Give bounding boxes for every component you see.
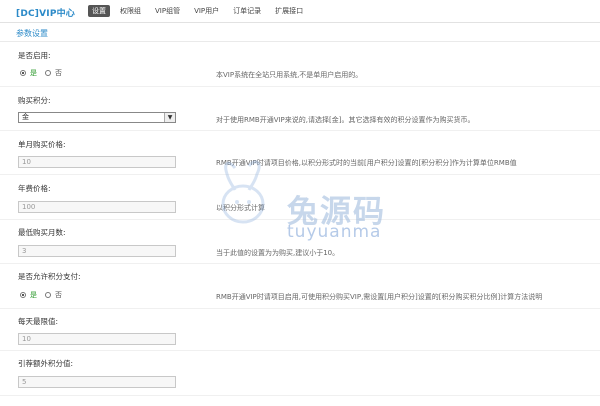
min-months-hint: 当于此值的设置为为购买,建议小于10。 bbox=[216, 249, 340, 257]
allow-points-radio-group: 是 否 bbox=[20, 290, 62, 300]
tab-vip-groups[interactable]: VIP组管 bbox=[151, 5, 184, 17]
tab-vip-users[interactable]: VIP用户 bbox=[190, 5, 223, 17]
currency-value: 金 bbox=[22, 113, 29, 121]
top-nav: 设置 权限组 VIP组管 VIP用户 订单记录 扩展接口 bbox=[88, 5, 307, 17]
app-brand: [DC]VIP中心 bbox=[16, 9, 76, 19]
min-months-label: 最低购买月数: bbox=[18, 228, 66, 237]
divider bbox=[0, 130, 600, 131]
enable-hint: 本VIP系统在全站只用系统,不是单用户启用的。 bbox=[216, 71, 363, 79]
top-bar: [DC]VIP中心 设置 权限组 VIP组管 VIP用户 订单记录 扩展接口 bbox=[0, 0, 600, 23]
enable-no-radio[interactable] bbox=[45, 70, 51, 76]
yearly-price-label: 年费价格: bbox=[18, 184, 51, 193]
divider bbox=[0, 41, 600, 42]
currency-label: 购买积分: bbox=[18, 96, 51, 105]
tab-settings[interactable]: 设置 bbox=[88, 5, 110, 17]
allow-points-label: 是否允许积分支付: bbox=[18, 272, 81, 281]
allow-points-no-label: 否 bbox=[55, 291, 62, 299]
divider bbox=[0, 174, 600, 175]
rabbit-logo-icon bbox=[221, 160, 265, 224]
monthly-price-input[interactable]: 10 bbox=[18, 156, 176, 168]
chevron-down-icon[interactable]: ▼ bbox=[164, 113, 175, 122]
daily-limit-input[interactable]: 10 bbox=[18, 333, 176, 345]
tab-extensions[interactable]: 扩展接口 bbox=[271, 5, 307, 17]
divider bbox=[0, 308, 600, 309]
divider bbox=[0, 350, 600, 351]
enable-yes-radio[interactable] bbox=[20, 70, 26, 76]
extra-credit-label: 引荐额外积分值: bbox=[18, 359, 74, 368]
section-title: 参数设置 bbox=[16, 29, 48, 38]
tab-orders[interactable]: 订单记录 bbox=[229, 5, 265, 17]
extra-credit-input[interactable]: 5 bbox=[18, 376, 176, 388]
currency-select[interactable]: 金 ▼ bbox=[18, 112, 176, 123]
enable-yes-label: 是 bbox=[30, 69, 37, 77]
monthly-price-label: 单月购买价格: bbox=[18, 140, 66, 149]
divider bbox=[0, 263, 600, 264]
enable-no-label: 否 bbox=[55, 69, 62, 77]
min-months-input[interactable]: 3 bbox=[18, 245, 176, 257]
allow-points-hint: RMB开通VIP时请项目启用,可使用积分购买VIP,需设置[用户积分]设置的[积… bbox=[216, 293, 543, 301]
enable-radio-group: 是 否 bbox=[20, 68, 62, 78]
currency-hint: 对于使用RMB开通VIP来说的,请选择[金]。其它选择有效的积分设置作为购买货币… bbox=[216, 116, 475, 124]
allow-points-yes-radio[interactable] bbox=[20, 292, 26, 298]
divider bbox=[0, 395, 600, 396]
allow-points-no-radio[interactable] bbox=[45, 292, 51, 298]
tab-permission-groups[interactable]: 权限组 bbox=[116, 5, 145, 17]
allow-points-yes-label: 是 bbox=[30, 291, 37, 299]
yearly-price-input[interactable]: 100 bbox=[18, 201, 176, 213]
divider bbox=[0, 86, 600, 87]
daily-limit-label: 每天最限值: bbox=[18, 317, 59, 326]
enable-label: 是否启用: bbox=[18, 51, 51, 60]
watermark-subtitle: tuyuanma bbox=[287, 222, 382, 242]
